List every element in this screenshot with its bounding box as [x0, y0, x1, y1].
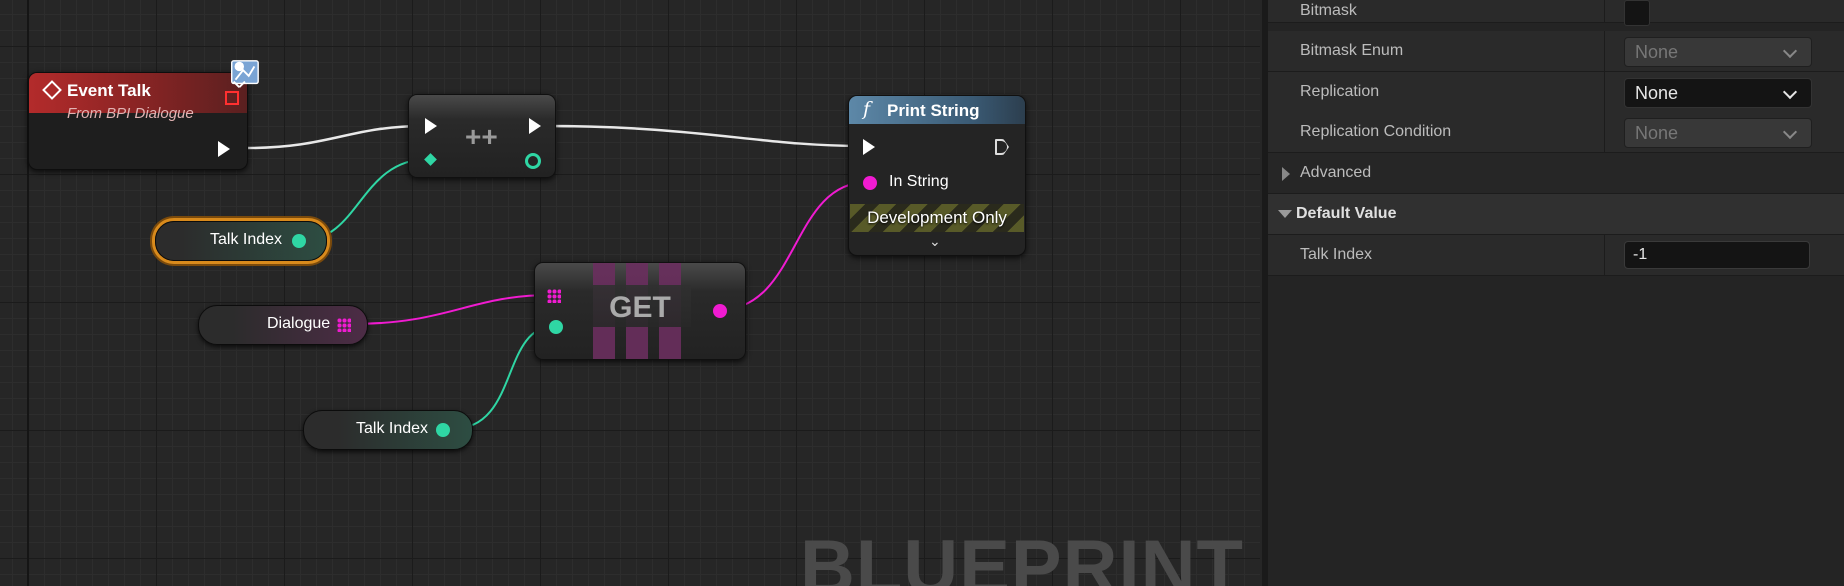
default-value-label: Default Value — [1296, 205, 1397, 222]
array-get-node[interactable]: GET — [534, 262, 746, 360]
replication-label: Replication — [1300, 83, 1380, 100]
increment-int-out-pin[interactable] — [525, 153, 541, 169]
wire-array-dialogue-to-get — [350, 294, 552, 325]
collapse-arrow-icon — [1278, 210, 1292, 218]
talk-index-var-label-2: Talk Index — [356, 420, 429, 437]
in-string-label: In String — [889, 173, 949, 190]
function-icon: f — [863, 98, 871, 120]
replicated-indicator-icon — [225, 91, 239, 105]
talk-index-var-node[interactable]: Talk Index — [303, 410, 473, 450]
talk-index-var-node-selected[interactable]: Talk Index — [155, 221, 327, 261]
replication-row: Replication None — [1268, 72, 1844, 113]
event-talk-node[interactable]: Event Talk From BPI Dialogue — [28, 60, 259, 170]
print-string-node[interactable]: f Print String In String Development Onl… — [848, 95, 1026, 256]
advanced-label: Advanced — [1300, 164, 1372, 181]
row-splitter — [1604, 72, 1605, 112]
event-node-subtitle: From BPI Dialogue — [67, 105, 194, 122]
event-diamond-icon — [42, 80, 62, 100]
dialogue-var-node[interactable]: Dialogue — [198, 305, 368, 345]
blueprint-graph[interactable]: Event Talk From BPI Dialogue ++ f Print … — [0, 0, 1260, 586]
bitmask-enum-label: Bitmask Enum — [1300, 42, 1404, 59]
row-splitter — [1604, 235, 1605, 275]
event-node-title: Event Talk — [67, 81, 151, 100]
dialogue-array-out-pin[interactable] — [337, 318, 351, 332]
wire-exec-increment-to-print — [544, 124, 863, 148]
increment-int-in-pin[interactable] — [424, 153, 437, 166]
increment-exec-out-pin[interactable] — [529, 118, 541, 134]
development-only-label: Development Only — [867, 208, 1007, 227]
row-splitter — [1604, 112, 1605, 152]
event-exec-out-pin[interactable] — [218, 141, 230, 157]
expand-chevron-icon[interactable]: ⌄ — [929, 233, 941, 250]
row-splitter — [1604, 0, 1605, 22]
dialogue-var-label: Dialogue — [267, 315, 331, 332]
interface-icon — [231, 60, 259, 88]
print-node-title: Print String — [887, 101, 980, 120]
talk-index-var-label: Talk Index — [210, 231, 283, 248]
get-array-in-pin[interactable] — [547, 289, 561, 303]
chevron-down-icon — [1782, 84, 1798, 100]
get-item-out-pin[interactable] — [713, 304, 727, 318]
replication-condition-dropdown[interactable]: None — [1624, 118, 1812, 148]
bitmask-enum-row: Bitmask Enum None — [1268, 31, 1844, 72]
chevron-down-icon — [1782, 43, 1798, 59]
print-in-string-pin[interactable] — [863, 176, 877, 190]
row-splitter — [1604, 31, 1605, 71]
bitmask-enum-dropdown[interactable]: None — [1624, 37, 1812, 67]
event-node-header: Event Talk From BPI Dialogue — [29, 73, 247, 122]
talk-index-default-label: Talk Index — [1300, 246, 1373, 263]
bitmask-row: Bitmask — [1268, 0, 1844, 26]
replication-condition-label: Replication Condition — [1300, 123, 1452, 140]
replication-condition-row: Replication Condition None — [1268, 112, 1844, 153]
blueprint-watermark: BLUEPRINT — [800, 525, 1244, 586]
replication-dropdown[interactable]: None — [1624, 78, 1812, 108]
increment-label: ++ — [465, 121, 498, 152]
print-exec-out-pin[interactable] — [995, 139, 1009, 155]
talk-index-default-row: Talk Index — [1268, 235, 1844, 276]
talk-index-default-input[interactable] — [1633, 246, 1803, 264]
wire-exec-event-to-increment — [246, 124, 425, 150]
details-panel: Bitmask Bitmask Enum None Replication No… — [1262, 0, 1844, 586]
talk-index-2-out-pin[interactable] — [436, 423, 450, 437]
talk-index-out-pin[interactable] — [292, 234, 306, 248]
bitmask-label: Bitmask — [1300, 2, 1357, 19]
advanced-section-header[interactable]: Advanced — [1268, 153, 1844, 194]
bitmask-checkbox[interactable] — [1624, 0, 1650, 26]
increment-exec-in-pin[interactable] — [425, 118, 437, 134]
replication-condition-value: None — [1635, 123, 1679, 143]
replication-value: None — [1635, 83, 1679, 103]
increment-node[interactable]: ++ — [408, 94, 556, 178]
chevron-down-icon — [1782, 124, 1798, 140]
talk-index-default-field[interactable] — [1624, 241, 1810, 269]
bitmask-enum-value: None — [1635, 42, 1679, 62]
expand-arrow-icon — [1282, 167, 1290, 181]
get-index-in-pin[interactable] — [549, 320, 563, 334]
default-value-section-header[interactable]: Default Value — [1268, 194, 1844, 235]
print-node-header: f Print String — [849, 96, 1025, 124]
print-exec-in-pin[interactable] — [863, 139, 875, 155]
